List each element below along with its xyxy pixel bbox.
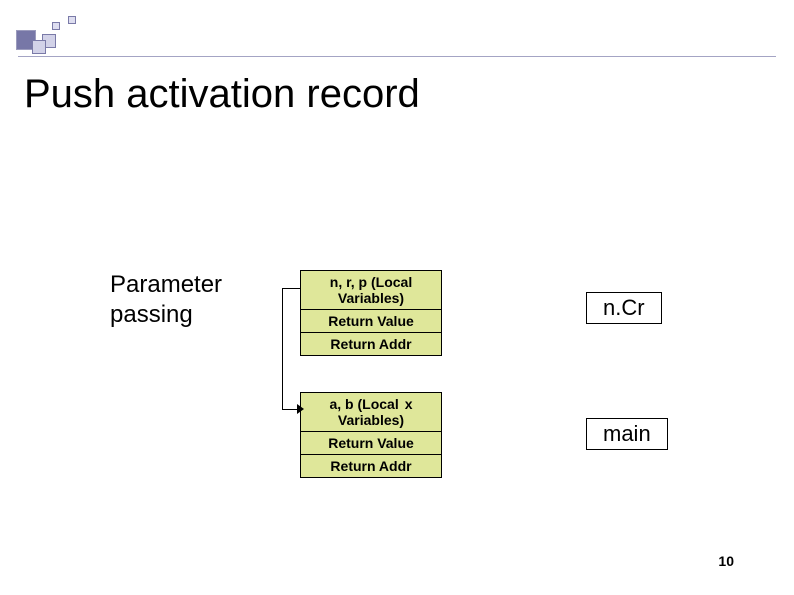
ncr-return-value: Return Value	[301, 309, 441, 332]
main-return-addr: Return Addr	[301, 454, 441, 477]
slide-title: Push activation record	[24, 72, 420, 117]
ncr-return-addr: Return Addr	[301, 332, 441, 355]
page-number: 10	[718, 553, 734, 569]
param-arrow-segment	[282, 288, 300, 289]
side-label: Parameter passing	[110, 270, 222, 330]
main-locals: a, b (Localx Variables)	[301, 393, 441, 431]
param-arrow-segment	[282, 288, 283, 409]
template-deco-squares	[16, 16, 86, 56]
header-rule	[18, 56, 776, 57]
main-return-value: Return Value	[301, 431, 441, 454]
tag-main: main	[586, 418, 668, 450]
activation-record-main: a, b (Localx Variables) Return Value Ret…	[300, 392, 442, 478]
activation-record-ncr: n, r, p (Local Variables) Return Value R…	[300, 270, 442, 356]
param-arrow-head	[297, 404, 304, 414]
tag-ncr: n.Cr	[586, 292, 662, 324]
ncr-locals: n, r, p (Local Variables)	[301, 271, 441, 309]
